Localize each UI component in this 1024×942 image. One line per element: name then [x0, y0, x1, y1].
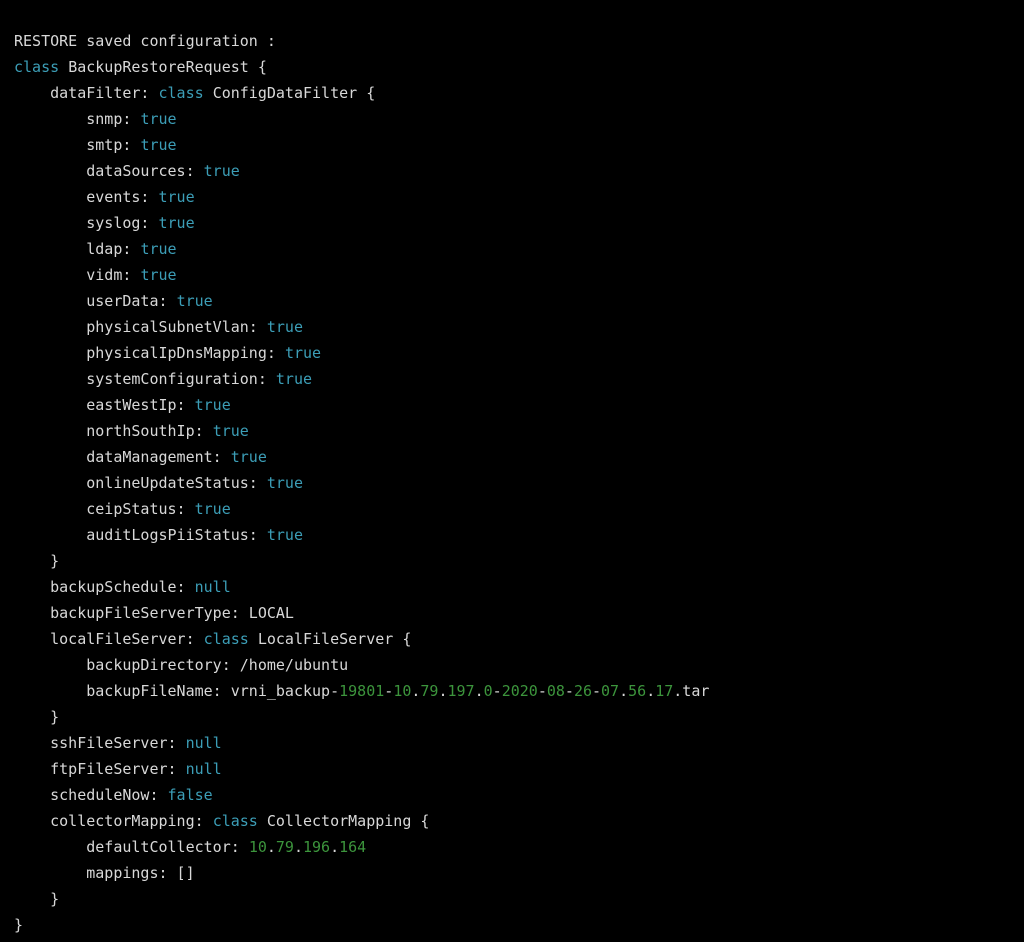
value-false: false	[168, 786, 213, 804]
dc-octet: 196	[303, 838, 330, 856]
localfileserver-label: localFileServer:	[50, 630, 195, 648]
dc-octet: 10	[249, 838, 267, 856]
class-keyword: class	[14, 58, 59, 76]
value-true: true	[195, 396, 231, 414]
field-ldap: ldap:	[86, 240, 131, 258]
value-true: true	[140, 240, 176, 258]
open-brace: {	[402, 630, 411, 648]
space	[59, 58, 68, 76]
value-true: true	[140, 136, 176, 154]
value-true: true	[267, 474, 303, 492]
bf-num: 07	[601, 682, 619, 700]
field-events: events:	[86, 188, 149, 206]
configdatafilter-class: ConfigDataFilter	[213, 84, 358, 102]
bf-num: 08	[547, 682, 565, 700]
bf-ext: .tar	[673, 682, 709, 700]
field-eastwestip: eastWestIp:	[86, 396, 185, 414]
value-true: true	[140, 266, 176, 284]
open-brace: {	[366, 84, 375, 102]
ftpfileserver-label: ftpFileServer:	[50, 760, 176, 778]
field-onlineupdatestatus: onlineUpdateStatus:	[86, 474, 258, 492]
schedulenow-label: scheduleNow:	[50, 786, 158, 804]
bf-num: 0	[484, 682, 493, 700]
open-brace: {	[420, 812, 429, 830]
bf-num: 26	[574, 682, 592, 700]
close-brace: }	[14, 916, 23, 934]
field-systemconfiguration: systemConfiguration:	[86, 370, 267, 388]
bf-num: 2020	[502, 682, 538, 700]
field-auditlogspiistatus: auditLogsPiiStatus:	[86, 526, 258, 544]
localfileserver-class: LocalFileServer	[258, 630, 393, 648]
value-true: true	[204, 162, 240, 180]
bf-num: 17	[655, 682, 673, 700]
dc-octet: 164	[339, 838, 366, 856]
field-vidm: vidm:	[86, 266, 131, 284]
code-block: RESTORE saved configuration : class Back…	[0, 0, 1024, 938]
value-null: null	[186, 734, 222, 752]
value-true: true	[140, 110, 176, 128]
field-syslog: syslog:	[86, 214, 149, 232]
value-true: true	[195, 500, 231, 518]
field-snmp: snmp:	[86, 110, 131, 128]
value-null: null	[195, 578, 231, 596]
field-datasources: dataSources:	[86, 162, 194, 180]
class-keyword: class	[159, 84, 204, 102]
value-true: true	[267, 318, 303, 336]
space	[249, 58, 258, 76]
backupschedule-label: backupSchedule:	[50, 578, 185, 596]
bf-num: 19801	[339, 682, 384, 700]
field-physicalsubnetvlan: physicalSubnetVlan:	[86, 318, 258, 336]
backupdirectory-line: backupDirectory: /home/ubuntu	[86, 656, 348, 674]
bf-num: 79	[420, 682, 438, 700]
mappings-line: mappings: []	[86, 864, 194, 882]
class-keyword: class	[213, 812, 258, 830]
collectormapping-label: collectorMapping:	[50, 812, 204, 830]
defaultcollector-label: defaultCollector:	[86, 838, 240, 856]
value-true: true	[231, 448, 267, 466]
dc-octet: 79	[276, 838, 294, 856]
close-brace: }	[50, 708, 59, 726]
bf-num: 10	[393, 682, 411, 700]
value-true: true	[285, 344, 321, 362]
backupfileservertype-line: backupFileServerType: LOCAL	[50, 604, 294, 622]
value-true: true	[159, 188, 195, 206]
field-smtp: smtp:	[86, 136, 131, 154]
value-true: true	[159, 214, 195, 232]
datafilter-label: dataFilter:	[50, 84, 149, 102]
value-true: true	[213, 422, 249, 440]
bf-num: 197	[448, 682, 475, 700]
main-class-name: BackupRestoreRequest	[68, 58, 249, 76]
open-brace: {	[258, 58, 267, 76]
bf-num: 56	[628, 682, 646, 700]
collectormapping-class: CollectorMapping	[267, 812, 412, 830]
close-brace: }	[50, 552, 59, 570]
field-ceipstatus: ceipStatus:	[86, 500, 185, 518]
value-null: null	[186, 760, 222, 778]
field-northsouthip: northSouthIp:	[86, 422, 203, 440]
close-brace: }	[50, 890, 59, 908]
value-true: true	[177, 292, 213, 310]
header-line: RESTORE saved configuration :	[14, 32, 276, 50]
field-userdata: userData:	[86, 292, 167, 310]
value-true: true	[276, 370, 312, 388]
field-physicalipdnsmapping: physicalIpDnsMapping:	[86, 344, 276, 362]
value-true: true	[267, 526, 303, 544]
class-keyword: class	[204, 630, 249, 648]
field-datamanagement: dataManagement:	[86, 448, 221, 466]
sshfileserver-label: sshFileServer:	[50, 734, 176, 752]
backupfilename-prefix: backupFileName: vrni_backup-	[86, 682, 339, 700]
